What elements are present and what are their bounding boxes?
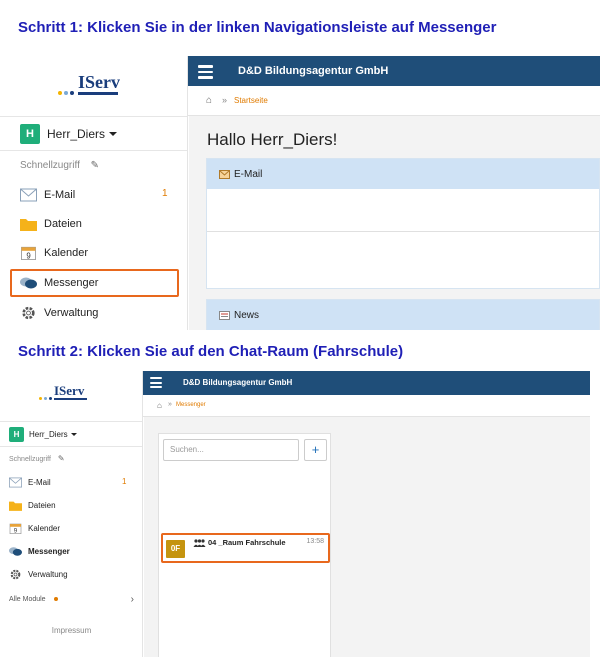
user-menu[interactable]: H Herr_Diers (0, 421, 142, 447)
sidebar-item-calendar[interactable]: 9 Kalender (9, 520, 134, 536)
svg-text:9: 9 (26, 251, 30, 260)
greeting: Hallo Herr_Diers! (207, 130, 338, 149)
menu-icon[interactable] (198, 65, 213, 82)
email-count-badge: 1 (162, 188, 168, 199)
add-room-button[interactable]: + (304, 439, 327, 461)
sidebar-item-label: Verwaltung (44, 307, 99, 319)
quick-access-label: Schnellzugriff (9, 456, 51, 463)
news-widget-header[interactable]: News (207, 300, 599, 330)
step-2-title: Schritt 2: Klicken Sie auf den Chat-Raum… (18, 343, 404, 360)
svg-text:9: 9 (14, 527, 18, 533)
menu-icon[interactable] (150, 377, 162, 391)
envelope-icon (20, 188, 37, 202)
pencil-icon[interactable]: ✎ (91, 160, 99, 171)
sidebar-item-label: Dateien (28, 500, 56, 510)
all-modules[interactable]: Alle Module › (9, 594, 134, 605)
screenshot-step-1: IServ H Herr_Diers Schnellzugriff ✎ E-Ma… (0, 56, 600, 330)
envelope-icon (219, 169, 230, 179)
breadcrumb-separator: » (222, 95, 228, 105)
breadcrumb-current[interactable]: Messenger (176, 402, 206, 408)
breadcrumb: ⌂ » Startseite (188, 86, 600, 116)
notification-dot (53, 597, 58, 602)
breadcrumb-separator: » (168, 401, 172, 408)
news-widget: News (206, 299, 600, 330)
calendar-icon: 9 (9, 523, 22, 534)
email-widget-header[interactable]: E-Mail (207, 159, 599, 189)
screenshot-step-2: IServ H Herr_Diers Schnellzugriff ✎ E-Ma… (0, 371, 590, 657)
iserv-logo[interactable]: IServ (38, 383, 98, 409)
sidebar: IServ H Herr_Diers Schnellzugriff ✎ E-Ma… (0, 56, 188, 330)
sidebar-item-admin[interactable]: Verwaltung (9, 566, 134, 582)
user-name: Herr_Diers (47, 126, 106, 141)
sidebar-item-admin[interactable]: Verwaltung (20, 302, 180, 324)
pencil-icon[interactable]: ✎ (58, 454, 65, 463)
highlight-frame (10, 269, 179, 297)
sidebar-item-label: Kalender (44, 247, 89, 259)
highlight-frame (161, 533, 330, 563)
top-bar: D&D Bildungsagentur GmbH (188, 56, 600, 86)
news-icon (219, 310, 230, 320)
news-widget-title: News (234, 309, 260, 321)
caret-down-icon (109, 131, 118, 136)
step-1-title: Schritt 1: Klicken Sie in der linken Nav… (18, 19, 497, 36)
main-content: Hallo Herr_Diers! E-Mail News (189, 116, 600, 330)
calendar-icon: 9 (21, 246, 36, 260)
email-count-badge: 1 (122, 477, 127, 486)
user-name: Herr_Diers (29, 429, 68, 439)
all-modules-label: Alle Module (9, 596, 46, 603)
sidebar-item-label: E-Mail (44, 189, 76, 201)
sidebar-item-label: Dateien (44, 218, 82, 230)
chat-bubbles-icon (9, 546, 22, 556)
envelope-icon (9, 477, 22, 487)
impressum-link[interactable]: Impressum (0, 626, 143, 635)
room-list: Suchen... + 0F 04 _Raum Fahrschule 13:58 (158, 433, 331, 657)
sidebar-item-label: Messenger (28, 546, 70, 556)
gear-icon (10, 569, 21, 579)
avatar: H (9, 426, 24, 442)
chevron-right-icon: › (130, 594, 134, 605)
email-widget-title: E-Mail (234, 168, 263, 180)
logo-text: IServ (54, 383, 85, 398)
email-widget: E-Mail (206, 158, 600, 289)
sidebar-item-files[interactable]: Dateien (9, 497, 134, 513)
caret-down-icon (70, 432, 77, 436)
sidebar-item-email[interactable]: E-Mail 1 (20, 184, 180, 206)
search-input[interactable]: Suchen... (163, 439, 299, 461)
avatar: H (20, 123, 40, 144)
gear-icon (22, 306, 35, 320)
sidebar-item-label: Kalender (28, 523, 61, 533)
sidebar: IServ H Herr_Diers Schnellzugriff ✎ E-Ma… (0, 371, 143, 657)
sidebar-item-calendar[interactable]: 9 Kalender (20, 242, 180, 264)
organization-name: D&D Bildungsagentur GmbH (183, 378, 293, 387)
user-menu[interactable]: H Herr_Diers (0, 116, 187, 151)
folder-icon (9, 501, 22, 511)
sidebar-item-label: Verwaltung (28, 569, 68, 579)
home-icon[interactable]: ⌂ (157, 401, 162, 410)
folder-icon (20, 219, 37, 231)
sidebar-item-messenger[interactable]: Messenger (9, 543, 134, 559)
sidebar-item-files[interactable]: Dateien (20, 213, 180, 235)
logo-text: IServ (78, 72, 120, 92)
sidebar-item-label: E-Mail (28, 477, 51, 487)
top-bar: D&D Bildungsagentur GmbH (143, 371, 590, 395)
quick-access-label: Schnellzugriff (20, 160, 80, 171)
breadcrumb: ⌂ » Messenger (143, 395, 590, 417)
home-icon[interactable]: ⌂ (206, 95, 212, 106)
quick-access: Schnellzugriff ✎ (20, 160, 99, 171)
iserv-logo[interactable]: IServ (56, 72, 126, 102)
quick-access: Schnellzugriff ✎ (9, 454, 65, 463)
breadcrumb-current[interactable]: Startseite (234, 96, 268, 105)
organization-name: D&D Bildungsagentur GmbH (238, 65, 389, 77)
main-content: Suchen... + 0F 04 _Raum Fahrschule 13:58 (144, 417, 590, 657)
sidebar-item-email[interactable]: E-Mail 1 (9, 474, 134, 490)
